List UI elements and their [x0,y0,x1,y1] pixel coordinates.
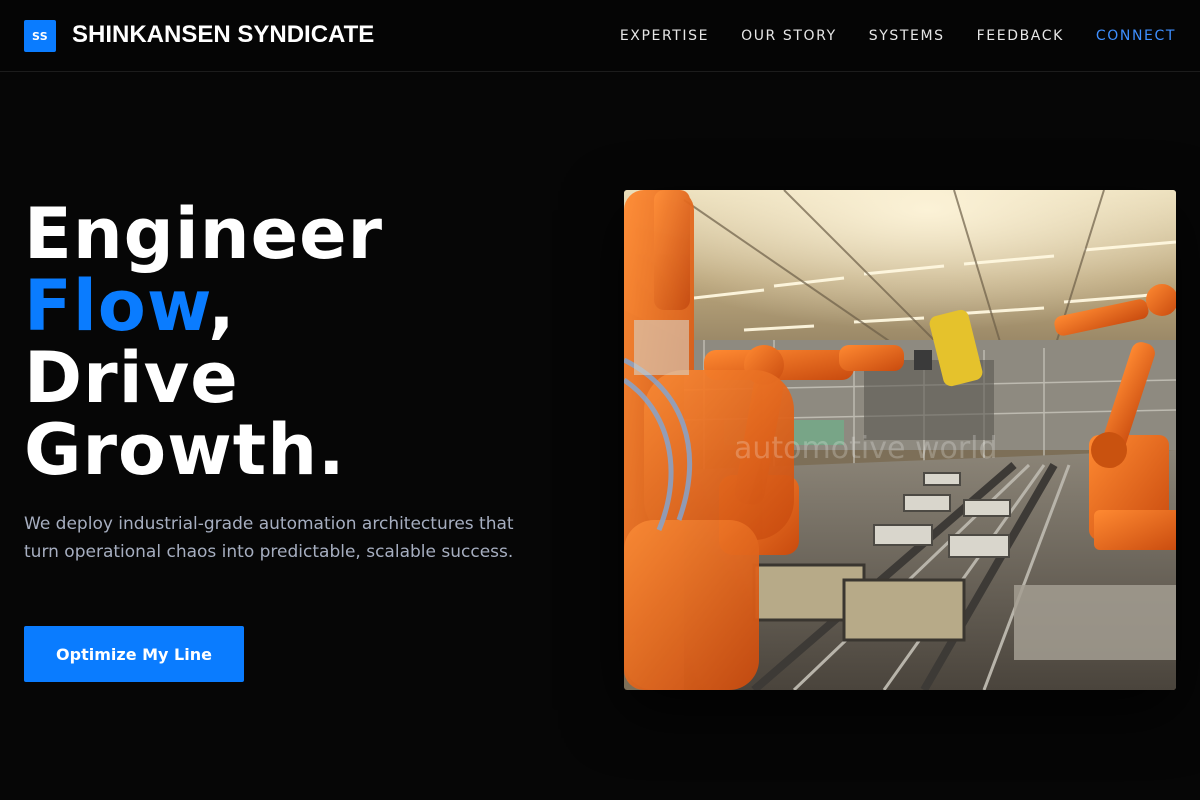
nav-link-expertise[interactable]: EXPERTISE [620,28,709,44]
optimize-line-button[interactable]: Optimize My Line [24,626,244,682]
headline-comma: , [208,265,236,347]
nav-links: EXPERTISE OUR STORY SYSTEMS FEEDBACK CON… [620,26,1176,46]
brand-name[interactable]: SHINKANSEN SYNDICATE [72,21,374,49]
top-navbar: SS SHINKANSEN SYNDICATE EXPERTISE OUR ST… [0,0,1200,72]
headline-highlight: Flow [24,265,209,347]
image-watermark: automotive world [734,431,998,466]
nav-link-our-story[interactable]: OUR STORY [741,28,837,44]
logo-badge[interactable]: SS [24,20,56,52]
nav-link-feedback[interactable]: FEEDBACK [977,28,1064,44]
hero-headline: Engineer Flow, Drive Growth. [24,198,584,486]
headline-line-2: Flow, [24,270,584,342]
headline-line-3: Drive [24,337,239,419]
headline-line-4: Growth. [24,409,346,491]
headline-line-1: Engineer [24,193,384,275]
hero-subtext: We deploy industrial-grade automation ar… [24,514,514,562]
factory-robots-image: automotive world [624,190,1176,690]
nav-link-systems[interactable]: SYSTEMS [869,28,945,44]
nav-link-connect[interactable]: CONNECT [1096,28,1176,44]
